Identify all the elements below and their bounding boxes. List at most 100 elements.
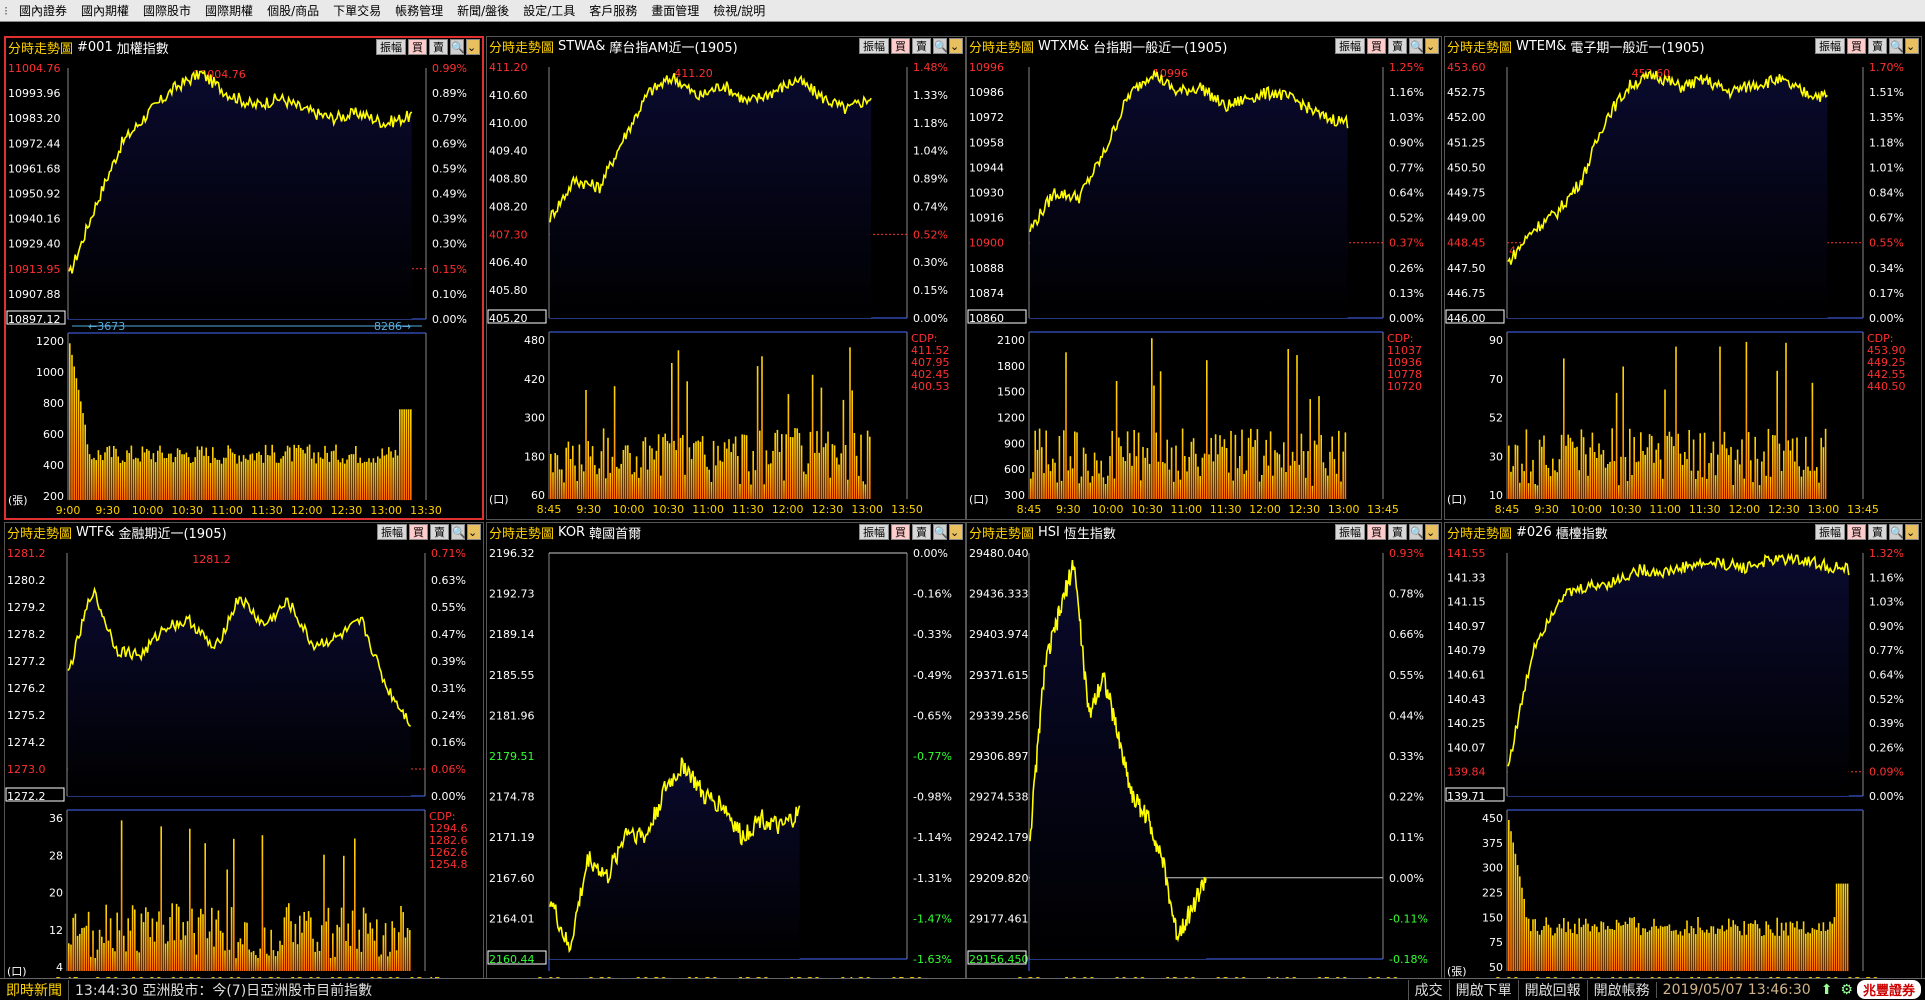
menu-item-trading[interactable]: 下單交易 [326, 2, 388, 19]
zoom-icon[interactable]: 🔍 [451, 524, 466, 540]
menu-item-intl-futures[interactable]: 國際期權 [198, 2, 260, 19]
buy-button[interactable]: 買 [1367, 38, 1386, 54]
symbol-code[interactable]: HSI [1038, 525, 1060, 540]
panel-menu-icon[interactable]: ⌄ [949, 524, 963, 540]
menu-item-intl-stocks[interactable]: 國際股市 [136, 2, 198, 19]
volume-bar [1230, 430, 1232, 499]
menu-item-service[interactable]: 客戶服務 [582, 2, 644, 19]
symbol-code[interactable]: #026 [1516, 525, 1552, 540]
chart-panel-p3[interactable]: 分時走勢圖 WTXM& 台指期一般近一(1905) 振幅買賣 🔍 ⌄ 10996 10986 1… [966, 36, 1442, 520]
buy-button[interactable]: 買 [891, 524, 910, 540]
panel-menu-icon[interactable]: ⌄ [1905, 38, 1919, 54]
buy-button[interactable]: 買 [1367, 524, 1386, 540]
chart-panel-p7[interactable]: 分時走勢圖 HSI 恆生指數 振幅買賣 🔍 ⌄ 29480.040 29436.333 2940… [966, 522, 1442, 992]
amplitude-button[interactable]: 振幅 [859, 38, 889, 54]
up-arrow-icon[interactable]: ⬆ [1817, 982, 1837, 998]
buy-button[interactable]: 買 [1847, 524, 1866, 540]
panel-title[interactable]: 分時走勢圖 [489, 523, 554, 542]
volume-tick-label: 1500 [997, 386, 1025, 399]
chart-panel-p6[interactable]: 分時走勢圖 KOR 韓國首爾 振幅買賣 🔍 ⌄ 2196.32 2192.73 2189.14 2… [486, 522, 966, 992]
menu-item-news[interactable]: 新聞/盤後 [450, 2, 516, 19]
sell-button[interactable]: 賣 [912, 524, 931, 540]
zoom-icon[interactable]: 🔍 [933, 38, 948, 54]
zoom-icon[interactable]: 🔍 [1409, 524, 1424, 540]
symbol-code[interactable]: #001 [77, 40, 113, 55]
menu-item-accounts[interactable]: 帳務管理 [388, 2, 450, 19]
buy-button[interactable]: 買 [1847, 38, 1866, 54]
panel-menu-icon[interactable]: ⌄ [467, 524, 481, 540]
menu-item-domestic-securities[interactable]: 國內證券 [12, 2, 74, 19]
panel-title[interactable]: 分時走勢圖 [1447, 37, 1512, 56]
time-tick-label: 11:30 [1210, 503, 1242, 516]
open-account-button[interactable]: 開啟帳務 [1586, 979, 1656, 1000]
amplitude-button[interactable]: 振幅 [1335, 524, 1365, 540]
panel-title[interactable]: 分時走勢圖 [7, 523, 72, 542]
sell-button[interactable]: 賣 [429, 39, 448, 55]
symbol-code[interactable]: KOR [558, 525, 585, 540]
zoom-icon[interactable]: 🔍 [450, 39, 465, 55]
menu-item-domestic-futures[interactable]: 國內期權 [74, 2, 136, 19]
panel-menu-icon[interactable]: ⌄ [1425, 524, 1439, 540]
volume-bar [1618, 922, 1620, 971]
volume-bar [1280, 467, 1283, 499]
buy-button[interactable]: 買 [891, 38, 910, 54]
menu-item-stocks-products[interactable]: 個股/商品 [260, 2, 326, 19]
symbol-code[interactable]: STWA& [558, 39, 605, 54]
deal-button[interactable]: 成交 [1407, 979, 1449, 1000]
buy-button[interactable]: 買 [408, 39, 427, 55]
volume-bar [271, 444, 273, 500]
panel-title[interactable]: 分時走勢圖 [969, 37, 1034, 56]
amplitude-button[interactable]: 振幅 [1335, 38, 1365, 54]
sell-button[interactable]: 賣 [430, 524, 449, 540]
pct-tick-label: 0.63% [431, 574, 466, 587]
menu-item-settings[interactable]: 設定/工具 [516, 2, 582, 19]
amplitude-button[interactable]: 振幅 [1815, 38, 1845, 54]
chart-panel-p2[interactable]: 分時走勢圖 STWA& 摩台指AM近一(1905) 振幅買賣 🔍 ⌄ 411.20 410.6… [486, 36, 966, 520]
symbol-code[interactable]: WTEM& [1516, 39, 1566, 54]
panel-title[interactable]: 分時走勢圖 [1447, 523, 1512, 542]
sell-button[interactable]: 賣 [912, 38, 931, 54]
symbol-code[interactable]: WTF& [76, 525, 114, 540]
amplitude-button[interactable]: 振幅 [376, 39, 406, 55]
panel-menu-icon[interactable]: ⌄ [1905, 524, 1919, 540]
zoom-icon[interactable]: 🔍 [1889, 38, 1904, 54]
menu-item-screen[interactable]: 畫面管理 [644, 2, 706, 19]
panel-menu-icon[interactable]: ⌄ [1425, 38, 1439, 54]
menu-grip-icon[interactable]: ⁝ [0, 4, 12, 18]
buy-button[interactable]: 買 [409, 524, 428, 540]
panel-title[interactable]: 分時走勢圖 [8, 38, 73, 57]
volume-tick-label: 1000 [36, 366, 64, 379]
sell-button[interactable]: 賣 [1388, 524, 1407, 540]
sell-button[interactable]: 賣 [1868, 524, 1887, 540]
amplitude-button[interactable]: 振幅 [859, 524, 889, 540]
volume-bar [1318, 396, 1320, 499]
volume-bar [787, 394, 790, 499]
panel-menu-icon[interactable]: ⌄ [949, 38, 963, 54]
chart-panel-p5[interactable]: 分時走勢圖 WTF& 金融期近一(1905) 振幅買賣 🔍 ⌄ 1281.2 1280.2 12… [4, 522, 484, 992]
panel-title[interactable]: 分時走勢圖 [489, 37, 554, 56]
zoom-icon[interactable]: 🔍 [1409, 38, 1424, 54]
open-report-button[interactable]: 開啟回報 [1517, 979, 1587, 1000]
volume-bar [1168, 469, 1171, 499]
zoom-icon[interactable]: 🔍 [1889, 524, 1904, 540]
panel-menu-icon[interactable]: ⌄ [466, 39, 480, 55]
menu-item-view-help[interactable]: 檢視/說明 [706, 2, 772, 19]
news-ticker[interactable]: 13:44:30 亞洲股市：今(7)日亞洲股市目前指數 [69, 980, 1408, 1000]
gear-icon[interactable]: ⚙ [1836, 982, 1857, 998]
open-order-button[interactable]: 開啟下單 [1448, 979, 1518, 1000]
news-label[interactable]: 即時新聞 [0, 979, 69, 1000]
zoom-icon[interactable]: 🔍 [933, 524, 948, 540]
panel-title[interactable]: 分時走勢圖 [969, 523, 1034, 542]
volume-bar [356, 948, 358, 971]
sell-button[interactable]: 賣 [1388, 38, 1407, 54]
volume-bar [1265, 439, 1267, 499]
amplitude-button[interactable]: 振幅 [377, 524, 407, 540]
chart-panel-p4[interactable]: 分時走勢圖 WTEM& 電子期一般近一(1905) 振幅買賣 🔍 ⌄ 453.60 452.7… [1444, 36, 1922, 520]
sell-button[interactable]: 賣 [1868, 38, 1887, 54]
volume-bar [851, 390, 853, 499]
time-tick-label: 10:00 [1570, 503, 1602, 516]
symbol-code[interactable]: WTXM& [1038, 39, 1089, 54]
amplitude-button[interactable]: 振幅 [1815, 524, 1845, 540]
chart-panel-p8[interactable]: 分時走勢圖 #026 櫃檯指數 振幅買賣 🔍 ⌄ 141.55 141.33 141.15 140… [1444, 522, 1922, 992]
chart-panel-p1[interactable]: 分時走勢圖 #001 加權指數 振幅買賣 🔍 ⌄ 11004.76 10993.96 10983… [4, 36, 484, 520]
